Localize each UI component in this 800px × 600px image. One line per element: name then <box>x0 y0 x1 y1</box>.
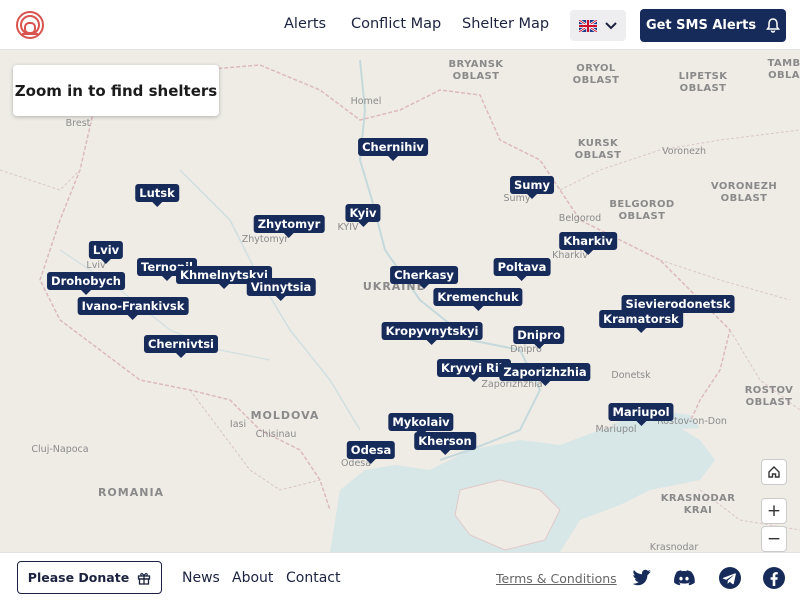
city-pin[interactable]: Vinnytsia <box>246 278 316 301</box>
place-label: Zhytomyr <box>241 234 289 245</box>
city-pin[interactable]: Kramatorsk <box>599 310 683 333</box>
zoom-out-icon[interactable]: − <box>761 526 787 552</box>
country-label: ROMANIA <box>97 486 165 499</box>
chevron-down-icon <box>605 21 617 29</box>
place-label: Iasi <box>229 419 247 430</box>
place-label: Voronezh <box>662 146 706 157</box>
city-pin[interactable]: Kyiv <box>345 204 381 227</box>
city-pin[interactable]: Mykolaiv <box>388 413 454 436</box>
uk-flag-icon <box>579 19 597 32</box>
donate-label: Please Donate <box>27 570 130 585</box>
city-pin[interactable]: Mariupol <box>608 403 674 426</box>
city-pin[interactable]: Chernivtsi <box>143 335 219 358</box>
city-pin[interactable]: Kropyvnytskyi <box>381 322 483 345</box>
region-label: BELGOROD OBLAST <box>609 199 675 222</box>
place-label: Homel <box>350 96 382 107</box>
city-pin[interactable]: Cherkasy <box>390 266 458 289</box>
footer-news-link[interactable]: News <box>182 570 220 586</box>
discord-icon[interactable] <box>672 566 696 590</box>
region-label: ROSTOV OBLAST <box>744 385 794 408</box>
city-pin[interactable]: Drohobych <box>47 272 125 295</box>
top-nav-bar: Alerts Conflict Map Shelter Map Get SMS … <box>0 0 800 50</box>
twitter-icon[interactable] <box>629 566 653 590</box>
zoom-hint-panel: Zoom in to find shelters <box>13 65 219 116</box>
nav-alerts[interactable]: Alerts <box>284 16 326 32</box>
footer-about-link[interactable]: About <box>232 570 273 586</box>
donate-button[interactable]: Please Donate <box>17 561 162 594</box>
place-label: Belgorod <box>558 213 602 224</box>
sms-button-label: Get SMS Alerts <box>645 18 757 33</box>
place-label: Mariupol <box>595 424 637 435</box>
home-icon[interactable] <box>761 459 787 485</box>
region-label: KURSK OBLAST <box>574 138 622 161</box>
city-pin[interactable]: Dnipro <box>513 326 565 349</box>
city-pin[interactable]: Kharkiv <box>559 232 617 255</box>
city-pin[interactable]: Sumy <box>510 176 554 199</box>
city-pin[interactable]: Zaporizhzhia <box>499 363 591 386</box>
shelter-map[interactable]: BRYANSK OBLAST ORYOL OBLAST LIPETSK OBLAST … <box>0 50 800 552</box>
region-label: VORONEZH OBLAST <box>710 181 778 204</box>
footer-bar: Please Donate News About Contact Terms &… <box>0 552 800 600</box>
place-label: Chisinau <box>255 429 297 440</box>
place-label: Brest <box>65 118 91 129</box>
region-label: TAMB OBLA <box>767 58 800 81</box>
language-selector[interactable] <box>570 10 626 41</box>
region-label: ORYOL OBLAST <box>572 63 620 86</box>
city-pin[interactable]: Zhytomyr <box>253 215 325 238</box>
gift-icon <box>138 572 151 585</box>
terms-link[interactable]: Terms & Conditions <box>496 571 617 586</box>
city-pin[interactable]: Poltava <box>493 258 551 281</box>
place-label: Cluj-Napoca <box>31 444 89 455</box>
place-label: Krasnodar <box>649 542 699 552</box>
city-pin[interactable]: Chernihiv <box>358 138 428 161</box>
city-pin[interactable]: Lutsk <box>135 184 179 207</box>
nav-conflict-map[interactable]: Conflict Map <box>351 16 441 32</box>
region-label: BRYANSK OBLAST <box>448 59 504 82</box>
bell-icon <box>766 18 781 33</box>
get-sms-alerts-button[interactable]: Get SMS Alerts <box>640 9 786 42</box>
zoom-in-icon[interactable]: + <box>761 498 787 524</box>
telegram-icon[interactable] <box>718 566 742 590</box>
city-pin[interactable]: Lviv <box>88 241 124 264</box>
footer-contact-link[interactable]: Contact <box>286 570 340 586</box>
facebook-icon[interactable] <box>762 566 786 590</box>
city-pin[interactable]: Odesa <box>346 441 396 464</box>
region-label: KRASNODAR KRAI <box>660 493 736 516</box>
city-pin[interactable]: Kherson <box>414 432 476 455</box>
nav-shelter-map[interactable]: Shelter Map <box>462 16 549 32</box>
city-pin[interactable]: Ivano-Frankivsk <box>77 297 189 320</box>
place-label: Donetsk <box>611 370 651 381</box>
city-pin[interactable]: Kremenchuk <box>433 288 523 311</box>
country-label: MOLDOVA <box>250 409 320 422</box>
region-label: LIPETSK OBLAST <box>678 71 728 94</box>
place-label: KYIV <box>337 222 359 233</box>
siren-logo-icon[interactable] <box>14 9 46 41</box>
